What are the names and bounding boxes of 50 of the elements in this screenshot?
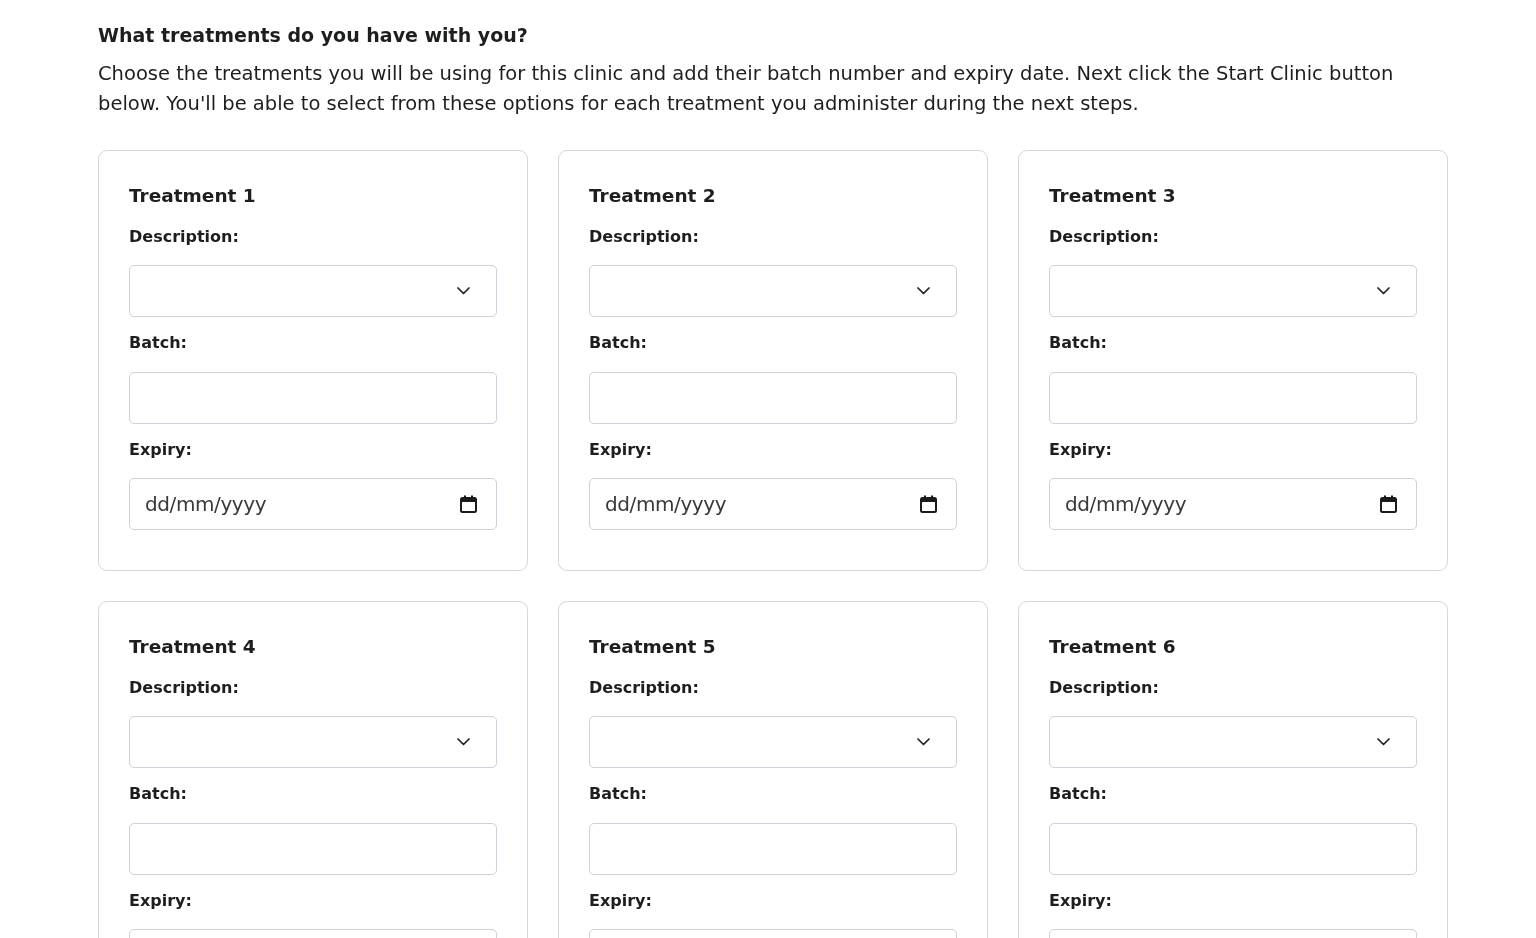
chevron-down-icon <box>1377 287 1390 295</box>
field-label: Expiry: <box>1049 891 1112 911</box>
batch-input[interactable] <box>1049 372 1417 424</box>
field-label: Batch: <box>589 784 647 804</box>
chevron-down-icon <box>457 287 470 295</box>
card-title: Treatment 2 <box>589 184 716 208</box>
field-label: Description: <box>1049 227 1159 247</box>
batch-input[interactable] <box>589 823 957 875</box>
card-title: Treatment 6 <box>1049 635 1176 659</box>
chevron-down-icon <box>917 287 930 295</box>
batch-input[interactable] <box>129 372 497 424</box>
expiry-date-input[interactable]: dd/mm/yyyy <box>1049 478 1417 530</box>
expiry-date-input[interactable]: dd/mm/yyyy <box>589 478 957 530</box>
calendar-icon[interactable] <box>1380 495 1397 513</box>
field-label: Batch: <box>1049 333 1107 353</box>
field-label: Expiry: <box>1049 440 1112 460</box>
chevron-down-icon <box>917 738 930 746</box>
batch-input[interactable] <box>589 372 957 424</box>
description-select[interactable] <box>1049 716 1417 768</box>
field-label: Batch: <box>129 333 187 353</box>
field-label: Description: <box>589 678 699 698</box>
card-title: Treatment 3 <box>1049 184 1176 208</box>
field-label: Description: <box>1049 678 1159 698</box>
description-select[interactable] <box>589 716 957 768</box>
batch-input[interactable] <box>1049 823 1417 875</box>
batch-input[interactable] <box>129 823 497 875</box>
field-label: Expiry: <box>129 891 192 911</box>
calendar-icon[interactable] <box>460 495 477 513</box>
field-label: Description: <box>589 227 699 247</box>
description-select[interactable] <box>1049 265 1417 317</box>
description-select[interactable] <box>589 265 957 317</box>
chevron-down-icon <box>1377 738 1390 746</box>
field-label: Expiry: <box>129 440 192 460</box>
field-label: Description: <box>129 678 239 698</box>
card-title: Treatment 5 <box>589 635 716 659</box>
card-title: Treatment 1 <box>129 184 256 208</box>
field-label: Expiry: <box>589 891 652 911</box>
description-select[interactable] <box>129 265 497 317</box>
section-heading: What treatments do you have with you? <box>98 23 528 47</box>
field-label: Description: <box>129 227 239 247</box>
description-select[interactable] <box>129 716 497 768</box>
calendar-icon[interactable] <box>920 495 937 513</box>
chevron-down-icon <box>457 738 470 746</box>
field-label: Batch: <box>1049 784 1107 804</box>
expiry-date-input[interactable]: dd/mm/yyyy <box>129 478 497 530</box>
field-label: Batch: <box>129 784 187 804</box>
intro-text: Choose the treatments you will be using for this clinic and add their batch number and expiry date. Next click the Start Clinic button below. You'll be able to select from these options for each treatment you administer during the next steps. <box>98 61 1395 117</box>
card-title: Treatment 4 <box>129 635 256 659</box>
field-label: Batch: <box>589 333 647 353</box>
field-label: Expiry: <box>589 440 652 460</box>
